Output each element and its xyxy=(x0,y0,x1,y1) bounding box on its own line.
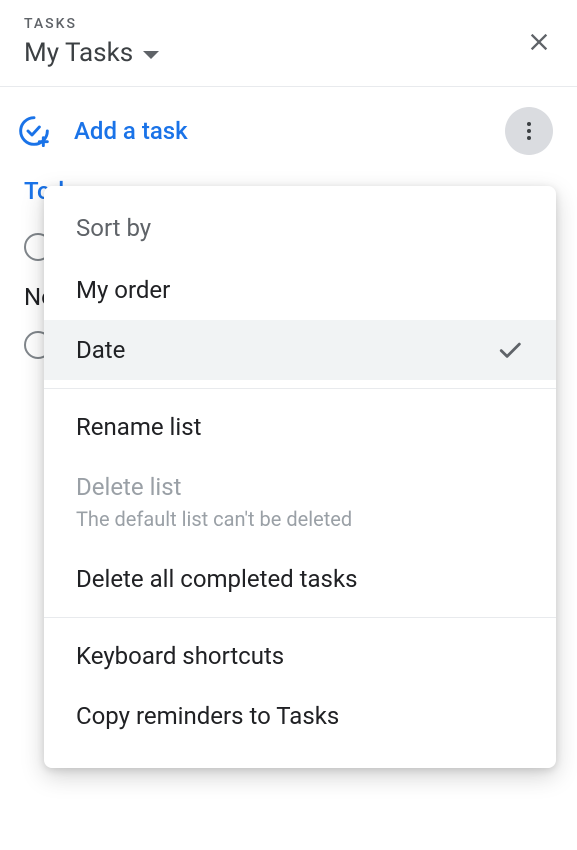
add-task-button[interactable]: Add a task xyxy=(18,115,188,147)
menu-item-label: My order xyxy=(76,276,170,304)
more-vert-icon xyxy=(517,119,541,143)
options-menu: Sort by My order Date Rename list Delete… xyxy=(44,186,556,768)
add-task-icon xyxy=(18,115,50,147)
menu-sort-header: Sort by xyxy=(44,204,556,260)
menu-item-label: Keyboard shortcuts xyxy=(76,642,284,670)
list-selector[interactable]: My Tasks xyxy=(24,38,553,68)
more-options-button[interactable] xyxy=(505,107,553,155)
menu-item-rename-list[interactable]: Rename list xyxy=(44,397,556,457)
menu-divider xyxy=(44,388,556,389)
menu-item-label: Date xyxy=(76,336,125,364)
menu-item-date[interactable]: Date xyxy=(44,320,556,380)
add-task-label: Add a task xyxy=(74,117,188,145)
chevron-down-icon xyxy=(143,51,159,59)
menu-item-keyboard-shortcuts[interactable]: Keyboard shortcuts xyxy=(44,626,556,686)
check-icon xyxy=(496,336,524,364)
close-icon xyxy=(525,28,553,56)
menu-item-label: Delete list xyxy=(76,473,181,501)
menu-divider xyxy=(44,617,556,618)
menu-item-label: Delete all completed tasks xyxy=(76,565,358,593)
header-title: My Tasks xyxy=(24,38,133,68)
menu-item-copy-reminders[interactable]: Copy reminders to Tasks xyxy=(44,686,556,746)
toolbar: Add a task xyxy=(0,87,577,177)
header-label: TASKS xyxy=(24,16,553,32)
close-button[interactable] xyxy=(525,28,553,56)
menu-item-delete-list-subtext: The default list can't be deleted xyxy=(44,507,556,549)
menu-item-label: Rename list xyxy=(76,413,201,441)
menu-item-my-order[interactable]: My order xyxy=(44,260,556,320)
header: TASKS My Tasks xyxy=(0,0,577,87)
menu-item-delete-completed[interactable]: Delete all completed tasks xyxy=(44,549,556,609)
menu-item-label: Copy reminders to Tasks xyxy=(76,702,339,730)
